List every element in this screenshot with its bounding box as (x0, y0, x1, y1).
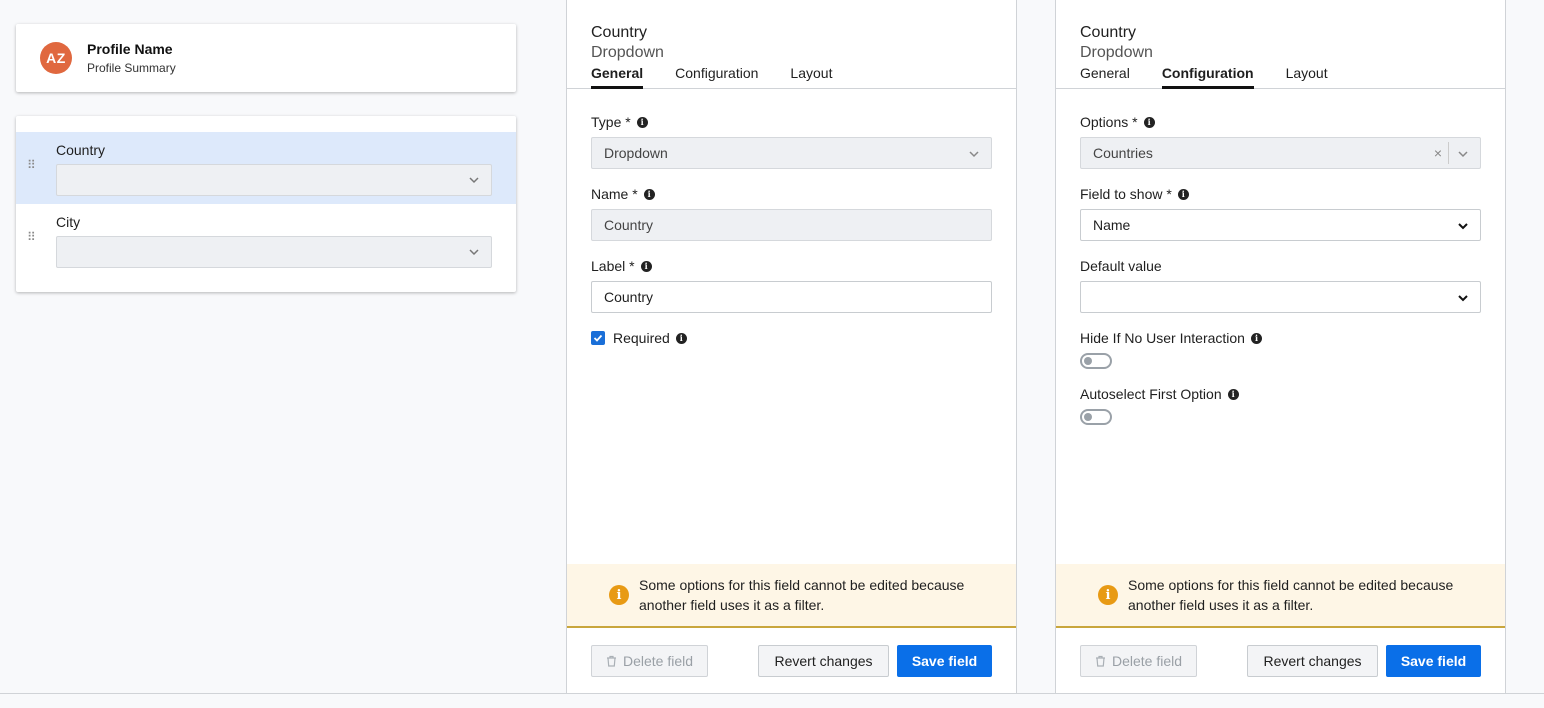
profile-summary: Profile Summary (87, 61, 176, 75)
warning-info-icon: i (609, 585, 629, 605)
required-label: Required (613, 330, 670, 346)
filter-notice: i Some options for this field cannot be … (1056, 564, 1505, 628)
select-divider (1448, 142, 1449, 164)
field-to-show-value: Name (1093, 217, 1131, 233)
field-row-city[interactable]: ⠿ City (16, 204, 516, 276)
panel-header: Country Dropdown General Configuration L… (567, 0, 1016, 89)
fields-card: ⠿ Country ⠿ City (16, 116, 516, 292)
field-label: City (56, 214, 81, 230)
name-label-text: Name * (591, 186, 638, 202)
tab-configuration[interactable]: Configuration (1161, 65, 1254, 89)
chevron-down-icon (1458, 295, 1468, 302)
tab-general[interactable]: General (1080, 65, 1130, 89)
name-input-value: Country (604, 217, 654, 233)
field-label: Country (56, 142, 106, 158)
info-icon[interactable]: i (636, 116, 648, 128)
tab-general[interactable]: General (591, 65, 644, 89)
type-label: Type * i (591, 114, 648, 130)
tabs: General Configuration Layout (1080, 65, 1360, 89)
label-label: Label * i (591, 258, 652, 274)
panel-subtitle: Dropdown (1080, 44, 1153, 61)
name-input[interactable]: Country (591, 209, 992, 241)
revert-changes-button[interactable]: Revert changes (758, 645, 889, 677)
trash-icon (1095, 655, 1105, 667)
field-settings-panel-configuration: Country Dropdown General Configuration L… (1055, 0, 1506, 694)
options-select-value: Countries (1093, 145, 1153, 161)
revert-changes-button[interactable]: Revert changes (1247, 645, 1378, 677)
toggle-knob (1084, 413, 1092, 421)
chevron-down-icon (469, 249, 479, 256)
options-label-text: Options * (1080, 114, 1138, 130)
tabs: General Configuration Layout (591, 65, 864, 89)
delete-field-label: Delete field (622, 653, 694, 669)
filter-notice: i Some options for this field cannot be … (567, 564, 1016, 628)
drag-handle-icon[interactable]: ⠿ (27, 159, 36, 171)
chevron-down-icon[interactable] (1456, 147, 1470, 161)
autoselect-first-option-toggle[interactable] (1080, 409, 1112, 425)
save-field-button[interactable]: Save field (1386, 645, 1481, 677)
trash-icon (606, 655, 616, 667)
default-value-label: Default value (1080, 258, 1162, 274)
hide-if-no-interaction-label: Hide If No User Interaction i (1080, 330, 1262, 346)
default-value-label-text: Default value (1080, 258, 1162, 274)
default-value-select[interactable] (1080, 281, 1481, 313)
delete-field-button[interactable]: Delete field (591, 645, 708, 677)
toggle-knob (1084, 357, 1092, 365)
info-icon[interactable]: i (640, 260, 652, 272)
tab-layout[interactable]: Layout (1286, 65, 1328, 89)
info-icon[interactable]: i (643, 188, 655, 200)
panel-title: Country (591, 24, 648, 41)
delete-field-button[interactable]: Delete field (1080, 645, 1197, 677)
required-checkbox-row[interactable]: Required i (591, 330, 687, 346)
chevron-down-icon (1458, 223, 1468, 230)
label-input[interactable]: Country (591, 281, 992, 313)
panel-subtitle: Dropdown (591, 44, 664, 61)
type-select[interactable]: Dropdown (591, 137, 992, 169)
panel-title: Country (1080, 24, 1137, 41)
city-preview-select (56, 236, 492, 268)
required-checkbox[interactable] (591, 331, 605, 345)
profile-card[interactable]: AZ Profile Name Profile Summary (16, 24, 516, 92)
name-label: Name * i (591, 186, 655, 202)
chevron-down-icon (469, 177, 479, 184)
chevron-down-icon (969, 151, 979, 158)
options-select[interactable]: Countries × (1080, 137, 1481, 169)
info-icon[interactable]: i (1143, 116, 1155, 128)
info-icon[interactable]: i (1250, 332, 1262, 344)
tab-configuration[interactable]: Configuration (675, 65, 758, 89)
drag-handle-icon[interactable]: ⠿ (27, 231, 36, 243)
tab-layout[interactable]: Layout (790, 65, 832, 89)
field-to-show-label: Field to show * i (1080, 186, 1189, 202)
info-icon[interactable]: i (675, 332, 687, 344)
info-icon[interactable]: i (1227, 388, 1239, 400)
hide-if-no-interaction-toggle[interactable] (1080, 353, 1112, 369)
label-label-text: Label * (591, 258, 635, 274)
autoselect-first-option-label: Autoselect First Option i (1080, 386, 1239, 402)
info-icon[interactable]: i (1177, 188, 1189, 200)
field-row-country[interactable]: ⠿ Country (16, 132, 516, 204)
field-settings-panel-general: Country Dropdown General Configuration L… (566, 0, 1017, 694)
panel-header: Country Dropdown General Configuration L… (1056, 0, 1505, 89)
options-label: Options * i (1080, 114, 1155, 130)
type-select-value: Dropdown (604, 145, 668, 161)
hide-label-text: Hide If No User Interaction (1080, 330, 1245, 346)
notice-text: Some options for this field cannot be ed… (1128, 577, 1454, 613)
warning-info-icon: i (1098, 585, 1118, 605)
delete-field-label: Delete field (1111, 653, 1183, 669)
profile-name: Profile Name (87, 41, 173, 57)
notice-text: Some options for this field cannot be ed… (639, 577, 965, 613)
save-field-button[interactable]: Save field (897, 645, 992, 677)
type-label-text: Type * (591, 114, 631, 130)
bottom-divider (0, 693, 1544, 694)
field-to-show-label-text: Field to show * (1080, 186, 1172, 202)
label-input-value: Country (604, 289, 654, 305)
avatar: AZ (40, 42, 72, 74)
country-preview-select (56, 164, 492, 196)
field-to-show-select[interactable]: Name (1080, 209, 1481, 241)
autoselect-label-text: Autoselect First Option (1080, 386, 1222, 402)
clear-icon[interactable]: × (1434, 145, 1442, 161)
check-icon (593, 334, 603, 342)
